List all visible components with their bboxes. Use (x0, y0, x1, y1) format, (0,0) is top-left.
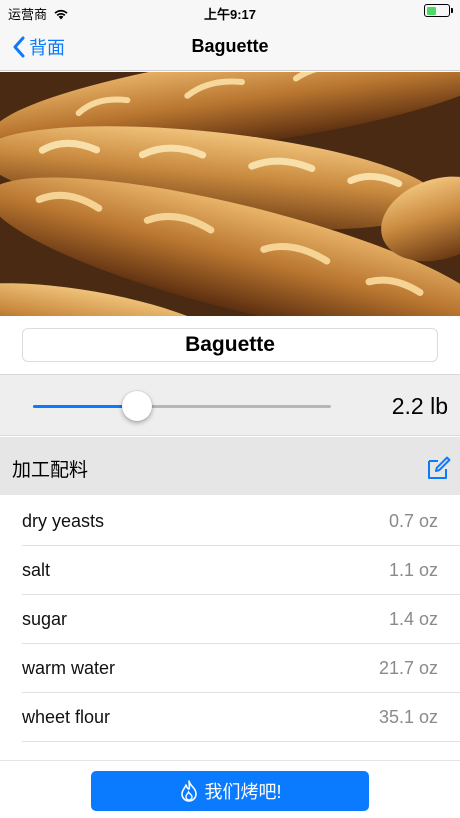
ingredient-amount: 1.1 oz (388, 560, 438, 580)
ingredient-row[interactable]: sugar 1.4 oz (22, 595, 460, 644)
ingredient-name: warm water (22, 658, 116, 678)
ingredient-row[interactable]: wheet flour 35.1 oz (22, 693, 460, 742)
bake-button-label: 我们烤吧! (204, 782, 282, 802)
battery-level (426, 6, 436, 15)
ingredient-amount: 0.7 oz (388, 511, 438, 531)
ingredient-amount: 1.4 oz (388, 609, 438, 629)
ingredient-name: salt (22, 560, 51, 580)
status-time: 上午9:17 (203, 7, 257, 22)
navigation-bar: 背面 Baguette (0, 24, 460, 71)
ingredients-title: 加工配料 (12, 460, 89, 481)
baguette-image (0, 72, 460, 316)
weight-slider[interactable] (33, 391, 331, 421)
app-screen: 运营商 上午9:17 背面 Baguette Baguette 2.2 lb 加… (0, 0, 460, 818)
recipe-name-field[interactable]: Baguette (22, 328, 438, 362)
ingredient-row[interactable]: dry yeasts 0.7 oz (22, 497, 460, 546)
ingredient-name: dry yeasts (22, 511, 105, 531)
ingredient-amount: 35.1 oz (378, 707, 438, 727)
weight-value: 2.2 lb (391, 393, 448, 419)
status-bar: 运营商 上午9:17 (0, 0, 460, 24)
ingredients-header: 加工配料 (0, 437, 460, 495)
ingredients-list: dry yeasts 0.7 oz salt 1.1 oz sugar 1.4 oz war… (0, 497, 460, 742)
ingredient-row[interactable]: salt 1.1 oz (22, 546, 460, 595)
ingredient-name: sugar (22, 609, 68, 629)
bottom-bar: 我们烤吧! (0, 760, 460, 818)
edit-icon[interactable] (426, 455, 452, 481)
weight-slider-thumb[interactable] (122, 391, 153, 421)
nav-title: Baguette (191, 36, 269, 56)
flame-icon (181, 780, 198, 802)
battery-icon (424, 4, 453, 17)
ingredient-row[interactable]: warm water 21.7 oz (22, 644, 460, 693)
weight-slider-section: 2.2 lb (0, 374, 460, 436)
status-right (424, 4, 453, 17)
recipe-photo (0, 72, 460, 316)
ingredient-name: wheet flour (22, 707, 111, 727)
bake-button[interactable]: 我们烤吧! (91, 771, 369, 811)
ingredient-amount: 21.7 oz (378, 658, 438, 678)
